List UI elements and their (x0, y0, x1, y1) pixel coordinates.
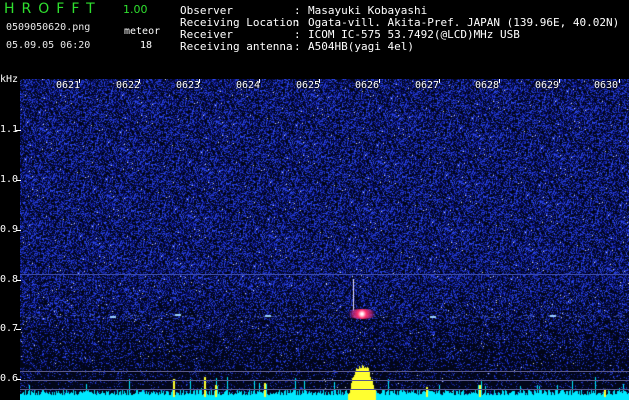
freq-tick (16, 329, 21, 330)
time-tick-label: 0623 (176, 80, 201, 91)
meteor-count: 18 (140, 40, 153, 51)
time-tick-mark (139, 79, 140, 83)
capture-datetime: 05.09.05 06:20 (6, 40, 91, 51)
app-version: 1.00 (123, 3, 148, 16)
time-tick-mark (559, 79, 560, 83)
freq-tick (16, 230, 21, 231)
hrofft-window: HROFFT 1.00 0509050620.png meteor 05.09.… (0, 0, 629, 400)
time-tick-mark (319, 79, 320, 83)
separator: : (294, 40, 301, 53)
freq-tick (16, 280, 21, 281)
reference-line (20, 380, 629, 381)
time-tick-label: 0627 (415, 80, 440, 91)
time-tick-label: 0630 (594, 80, 619, 91)
time-tick-mark (439, 79, 440, 83)
time-tick-label: 0628 (475, 80, 500, 91)
reference-line (20, 274, 629, 275)
meteor-label: meteor (124, 26, 161, 37)
time-tick-label: 0625 (296, 80, 321, 91)
freq-tick (16, 379, 21, 380)
time-tick-mark (379, 79, 380, 83)
app-title: HROFFT (4, 1, 102, 17)
time-tick-label: 0624 (236, 80, 261, 91)
reference-line (20, 389, 629, 390)
antenna-row: Receiving antenna: A504HB(yagi 4el) (180, 41, 414, 53)
spectrum-trace (20, 79, 629, 400)
time-tick-label: 0622 (116, 80, 141, 91)
time-tick-label: 0626 (355, 80, 380, 91)
spectrogram (20, 79, 629, 400)
time-tick-mark (199, 79, 200, 83)
reference-line (20, 371, 629, 372)
time-tick-mark (259, 79, 260, 83)
antenna-value: A504HB(yagi 4el) (308, 40, 414, 53)
time-tick-mark (499, 79, 500, 83)
time-tick-label: 0621 (56, 80, 81, 91)
image-filename: 0509050620.png (6, 22, 91, 33)
freq-tick (16, 180, 21, 181)
time-tick-label: 0629 (535, 80, 560, 91)
freq-unit-label: kHz (0, 74, 19, 85)
antenna-label: Receiving antenna (180, 40, 293, 53)
freq-tick (16, 130, 21, 131)
time-tick-mark (619, 79, 620, 83)
time-tick-mark (79, 79, 80, 83)
